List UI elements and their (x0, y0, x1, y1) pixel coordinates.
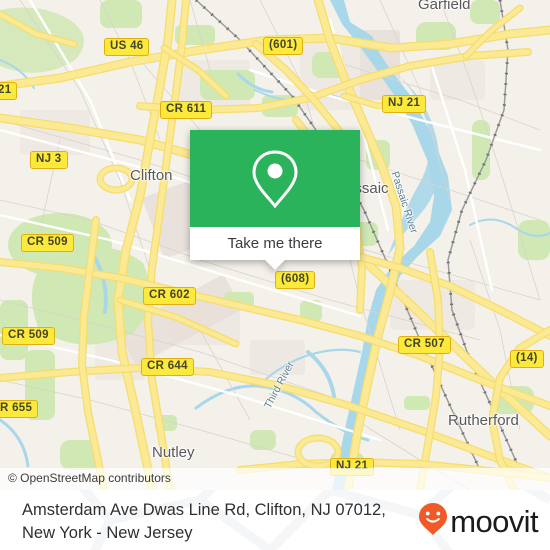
moovit-wordmark: moovit (450, 504, 538, 539)
osm-attribution[interactable]: © OpenStreetMap contributors (0, 468, 550, 490)
shield-601: (601) (263, 37, 304, 55)
shield-21-edge: 21 (0, 82, 18, 100)
shield-r-655: R 655 (0, 400, 39, 418)
shield-nj-21-north: NJ 21 (382, 95, 427, 113)
moovit-logo[interactable]: moovit (418, 502, 539, 541)
place-garfield: Garfield (418, 0, 471, 13)
address-line-1: Amsterdam Ave Dwas Line Rd, Clifton, NJ … (22, 501, 386, 519)
map-canvas[interactable]: .land { fill:#f4f1ea; } .park { fill:#cf… (0, 0, 550, 490)
location-address: Amsterdam Ave Dwas Line Rd, Clifton, NJ … (22, 499, 402, 545)
map-pin-icon (248, 148, 302, 210)
footer-bar: Amsterdam Ave Dwas Line Rd, Clifton, NJ … (0, 490, 550, 550)
shield-cr-507: CR 507 (398, 336, 451, 354)
moovit-pin-icon (418, 502, 448, 541)
address-line-2: New York - New Jersey (22, 524, 193, 542)
place-clifton: Clifton (130, 167, 173, 184)
place-nutley: Nutley (152, 444, 195, 461)
popup-header (190, 130, 360, 227)
shield-608: (608) (275, 271, 316, 289)
shield-cr-602: CR 602 (143, 287, 196, 305)
shield-cr-509-north: CR 509 (21, 234, 74, 252)
shield-cr-509-south: CR 509 (2, 327, 55, 345)
shield-cr-644: CR 644 (141, 358, 194, 376)
shield-cr-611: CR 611 (160, 101, 213, 119)
shield-us-46: US 46 (104, 38, 150, 56)
shield-14: (14) (510, 350, 544, 368)
take-me-there-label: Take me there (227, 235, 323, 252)
take-me-there-button[interactable]: Take me there (190, 227, 360, 260)
shield-nj-3: NJ 3 (30, 151, 68, 169)
destination-popup[interactable]: Take me there (190, 130, 360, 270)
place-rutherford: Rutherford (448, 412, 519, 429)
map-screenshot: .land { fill:#f4f1ea; } .park { fill:#cf… (0, 0, 550, 550)
popup-tail (265, 260, 285, 270)
